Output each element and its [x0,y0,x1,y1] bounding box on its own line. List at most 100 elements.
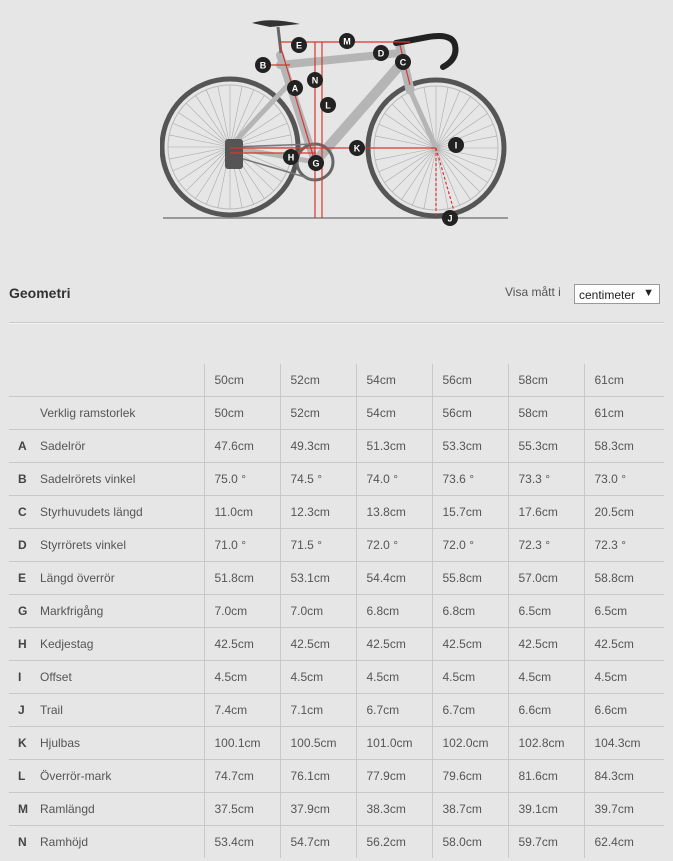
row-value: 58.0cm [431,825,508,858]
row-value: 17.6cm [507,495,584,529]
row-value: 38.7cm [431,792,508,826]
row-value: 37.9cm [279,792,356,826]
row-value: 62.4cm [583,825,664,858]
row-value: 56cm [431,396,508,430]
row-value: 11.0cm [203,495,280,529]
row-letter: E [9,561,40,595]
row-value: 6.7cm [431,693,508,727]
row-value: 47.6cm [203,429,280,463]
row-value: 4.5cm [583,660,664,694]
row-label: Ramhöjd [40,835,89,849]
row-value: 81.6cm [507,759,584,793]
row-value: 73.0 ° [583,462,664,496]
geometry-table: 50cm 52cm 54cm 56cm 58cm 61cm Verklig ramstorl… [9,364,664,858]
row-value: 7.0cm [279,594,356,628]
row-value: 4.5cm [203,660,280,694]
section-divider [9,322,664,323]
size-header: 58cm [507,364,584,397]
svg-text:D: D [378,49,385,59]
row-value: 74.7cm [203,759,280,793]
row-value: 6.8cm [355,594,432,628]
row-value: 53.3cm [431,429,508,463]
row-value: 42.5cm [431,627,508,661]
row-value: 53.4cm [203,825,280,858]
svg-text:J: J [447,214,452,224]
row-letter: A [9,429,40,463]
row-value: 58.3cm [583,429,664,463]
row-value: 102.0cm [431,726,508,760]
unit-select[interactable]: centimeter ▼ [574,284,660,304]
row-value: 42.5cm [355,627,432,661]
row-letter: N [18,835,27,849]
row-value: 72.3 ° [583,528,664,562]
table-row: G Markfrigång 7.0cm 7.0cm 6.8cm 6.8cm 6.5cm 6.5… [9,594,664,628]
row-value: 55.8cm [431,561,508,595]
svg-text:H: H [288,153,295,163]
table-row: Verklig ramstorlek 50cm 52cm 54cm 56cm 58cm 61… [9,396,664,430]
size-header-row: 50cm 52cm 54cm 56cm 58cm 61cm [9,364,664,397]
svg-text:M: M [343,37,351,47]
marker-h: H [283,149,299,165]
marker-j: J [442,210,458,226]
svg-text:I: I [455,141,458,151]
row-value: 51.8cm [203,561,280,595]
row-label: Hjulbas [40,726,204,760]
row-value: 6.7cm [355,693,432,727]
row-letter: K [9,726,40,760]
row-value: 39.7cm [583,792,664,826]
row-value: 55.3cm [507,429,584,463]
row-value: 42.5cm [203,627,280,661]
row-value: 20.5cm [583,495,664,529]
row-letter: C [9,495,40,529]
table-row: A Sadelrör 47.6cm 49.3cm 51.3cm 53.3cm 55.3cm 5… [9,429,664,463]
table-row: E Längd överrör 51.8cm 53.1cm 54.4cm 55.8cm 57… [9,561,664,595]
row-value: 4.5cm [279,660,356,694]
row-letter: D [9,528,40,562]
row-value: 7.4cm [203,693,280,727]
table-row: H Kedjestag 42.5cm 42.5cm 42.5cm 42.5cm 42.5cm… [9,627,664,661]
row-value: 37.5cm [203,792,280,826]
row-value: 58cm [507,396,584,430]
row-value: 42.5cm [583,627,664,661]
row-value: 4.5cm [431,660,508,694]
row-value: 53.1cm [279,561,356,595]
marker-n: N [307,72,323,88]
row-label: Offset [40,660,204,694]
row-value: 6.6cm [583,693,664,727]
row-value: 74.5 ° [279,462,356,496]
marker-c: C [395,54,411,70]
row-letter: G [9,594,40,628]
row-value: 52cm [279,396,356,430]
svg-text:N: N [312,76,319,86]
row-value: 102.8cm [507,726,584,760]
row-letter: M [9,792,40,826]
row-value: 104.3cm [583,726,664,760]
size-header: 54cm [355,364,432,397]
row-value: 15.7cm [431,495,508,529]
row-value: 56.2cm [355,825,432,858]
row-value: 7.1cm [279,693,356,727]
row-value: 100.5cm [279,726,356,760]
row-value: 42.5cm [507,627,584,661]
size-header: 61cm [583,364,664,397]
row-value: 54.7cm [279,825,356,858]
marker-g: G [308,155,324,171]
row-label: Styrrörets vinkel [40,528,204,562]
row-value: 72.0 ° [355,528,432,562]
row-value: 7.0cm [203,594,280,628]
row-label: Markfrigång [40,594,204,628]
marker-a: A [287,80,303,96]
row-label: Överrör-mark [40,759,204,793]
empty-cell [9,364,40,397]
empty-cell [40,364,204,397]
row-value: 61cm [583,396,664,430]
row-value: 51.3cm [355,429,432,463]
row-letter: L [9,759,40,793]
table-row: C Styrhuvudets längd 11.0cm 12.3cm 13.8cm 15.… [9,495,664,529]
row-label: Styrhuvudets längd [40,495,204,529]
marker-l: L [320,97,336,113]
row-value: 58.8cm [583,561,664,595]
marker-d: D [373,45,389,61]
table-row: M Ramlängd 37.5cm 37.9cm 38.3cm 38.7cm 39.1cm 3… [9,792,664,826]
svg-text:L: L [325,101,331,111]
